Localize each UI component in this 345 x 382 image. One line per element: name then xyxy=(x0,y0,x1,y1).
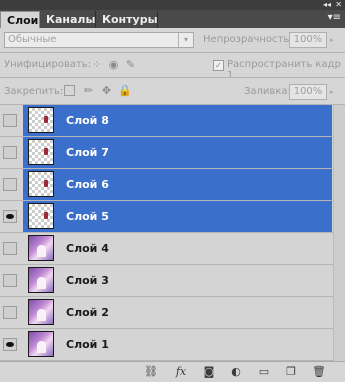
new-layer-icon[interactable]: ❐ xyxy=(283,365,299,379)
layer-thumbnail xyxy=(28,107,54,133)
adjustment-layer-icon[interactable]: ◐ xyxy=(228,365,244,379)
layer-name: Слой 7 xyxy=(66,146,109,159)
layers-panel: ◂◂ ✕ Слои Каналы Контуры ▾≡ Обычные ▾ Не… xyxy=(0,0,345,382)
visibility-eye-icon[interactable] xyxy=(3,146,17,159)
visibility-eye-icon[interactable] xyxy=(3,306,17,319)
unify-position-icon[interactable]: ⁘ xyxy=(90,58,103,71)
layer-row[interactable]: Слой 4 xyxy=(0,233,345,265)
visibility-eye-icon[interactable] xyxy=(3,338,17,351)
visibility-eye-icon[interactable] xyxy=(3,114,17,127)
unify-visibility-icon[interactable]: ◉ xyxy=(107,58,120,71)
link-layers-icon[interactable]: ⛓ xyxy=(143,365,159,379)
layer-thumbnail xyxy=(28,331,54,357)
layer-name: Слой 3 xyxy=(66,274,109,287)
layer-name: Слой 6 xyxy=(66,178,109,191)
tab-layers[interactable]: Слои xyxy=(0,11,40,28)
layer-body[interactable]: Слой 2 xyxy=(23,297,332,328)
layer-body[interactable]: Слой 3 xyxy=(23,265,332,296)
thumbnail-mark xyxy=(44,212,48,219)
visibility-eye-icon[interactable] xyxy=(3,178,17,191)
layer-body[interactable]: Слой 1 xyxy=(23,329,332,360)
divider xyxy=(0,52,345,53)
opacity-input[interactable]: 100% xyxy=(289,32,327,48)
lock-transparency-icon[interactable] xyxy=(64,85,75,96)
layer-name: Слой 5 xyxy=(66,210,109,223)
layer-body[interactable]: Слой 6 xyxy=(23,169,332,200)
blend-mode-value: Обычные xyxy=(8,34,57,45)
thumbnail-figure xyxy=(37,341,46,353)
chevron-down-icon: ▾ xyxy=(178,33,193,47)
panel-tabs: Слои Каналы Контуры xyxy=(0,10,345,28)
lock-all-icon[interactable]: 🔒 xyxy=(118,84,132,97)
lock-move-icon[interactable]: ✥ xyxy=(100,84,113,97)
fill-label: Заливка: xyxy=(244,86,291,97)
thumbnail-mark xyxy=(44,116,48,123)
layer-thumbnail xyxy=(28,171,54,197)
layer-thumbnail xyxy=(28,203,54,229)
layer-row[interactable]: Слой 5 xyxy=(0,201,345,233)
layer-row[interactable]: Слой 1 xyxy=(0,329,345,361)
layer-body[interactable]: Слой 8 xyxy=(23,105,332,136)
layer-name: Слой 8 xyxy=(66,114,109,127)
panel-footer-toolbar: ⛓ fx ◙ ◐ ▭ ❐ 🗑 xyxy=(0,361,345,382)
layer-row[interactable]: Слой 3 xyxy=(0,265,345,297)
fill-input[interactable]: 100% xyxy=(289,84,327,100)
layer-body[interactable]: Слой 5 xyxy=(23,201,332,232)
panel-title-bar: ◂◂ ✕ xyxy=(0,0,345,10)
lock-brush-icon[interactable]: ✏ xyxy=(82,84,95,97)
visibility-eye-icon[interactable] xyxy=(3,274,17,287)
thumbnail-mark xyxy=(44,180,48,187)
layers-list: Слой 8 Слой 7 Слой 6 Слой 5 Слой 4 Слой 3 Слой… xyxy=(0,105,345,361)
propagate-frame-checkbox[interactable]: ✓ xyxy=(213,60,224,71)
fill-dropdown-icon[interactable]: ▸ xyxy=(330,84,339,100)
thumbnail-mark xyxy=(44,148,48,155)
panel-menu-icon[interactable]: ▾≡ xyxy=(328,12,341,23)
layer-row[interactable]: Слой 2 xyxy=(0,297,345,329)
layer-body[interactable]: Слой 4 xyxy=(23,233,332,264)
close-panel-icon[interactable]: ✕ xyxy=(335,0,342,10)
opacity-label: Непрозрачность: xyxy=(203,34,293,45)
layer-row[interactable]: Слой 6 xyxy=(0,169,345,201)
layer-row[interactable]: Слой 7 xyxy=(0,137,345,169)
lock-label: Закрепить: xyxy=(4,86,64,97)
visibility-eye-icon[interactable] xyxy=(3,210,17,223)
layer-thumbnail xyxy=(28,299,54,325)
layers-scrollbar[interactable] xyxy=(333,105,345,361)
tab-paths[interactable]: Контуры xyxy=(96,11,158,28)
layer-thumbnail xyxy=(28,235,54,261)
opacity-dropdown-icon[interactable]: ▸ xyxy=(330,32,339,48)
layer-row[interactable]: Слой 8 xyxy=(0,105,345,137)
blend-mode-select[interactable]: Обычные ▾ xyxy=(4,32,194,48)
thumbnail-figure xyxy=(37,277,46,289)
divider xyxy=(0,77,345,78)
layer-style-fx-icon[interactable]: fx xyxy=(173,365,189,379)
layer-thumbnail xyxy=(28,139,54,165)
visibility-eye-icon[interactable] xyxy=(3,242,17,255)
add-mask-icon[interactable]: ◙ xyxy=(201,365,217,379)
layer-name: Слой 1 xyxy=(66,338,109,351)
layer-name: Слой 2 xyxy=(66,306,109,319)
thumbnail-figure xyxy=(37,309,46,321)
layer-thumbnail xyxy=(28,267,54,293)
new-group-folder-icon[interactable]: ▭ xyxy=(256,365,272,379)
collapse-panel-icon[interactable]: ◂◂ xyxy=(323,0,331,10)
unify-style-icon[interactable]: ✎ xyxy=(124,58,137,71)
thumbnail-figure xyxy=(37,245,46,257)
unify-label: Унифицировать: xyxy=(4,59,92,70)
layer-body[interactable]: Слой 7 xyxy=(23,137,332,168)
delete-layer-trash-icon[interactable]: 🗑 xyxy=(311,365,327,379)
tab-channels[interactable]: Каналы xyxy=(40,11,96,28)
layer-name: Слой 4 xyxy=(66,242,109,255)
